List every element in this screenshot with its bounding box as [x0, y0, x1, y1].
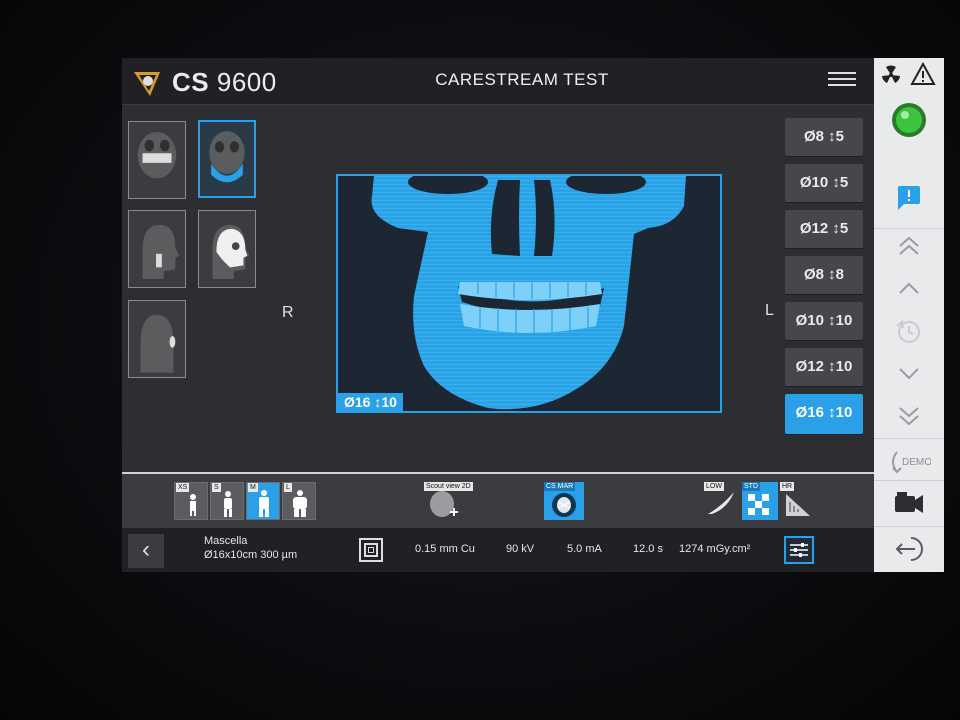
fov-button-12x5[interactable]: Ø12 ↕5	[785, 210, 863, 248]
kv-value: 90 kV	[506, 543, 535, 555]
move-up-fast-icon[interactable]	[874, 234, 944, 258]
radiation-icon	[882, 65, 900, 83]
selected-fov-tag: Ø16 ↕10	[338, 393, 403, 411]
patient-size-m-button-selected[interactable]: M	[246, 482, 280, 520]
cs-mar-button[interactable]: CS MAR	[544, 482, 584, 520]
isocenter-icon[interactable]	[359, 538, 383, 562]
fov-button-16x10-selected[interactable]: Ø16 ↕10	[785, 394, 863, 434]
person-large-icon	[293, 490, 307, 517]
exam-region: Mascella	[204, 535, 248, 547]
demo-arrow-icon: DEMO	[892, 451, 931, 474]
notification-icon[interactable]	[874, 184, 944, 212]
camera-icon[interactable]	[874, 488, 944, 518]
region-skull-side-thumb[interactable]	[198, 210, 256, 288]
sidebar-status-row	[874, 58, 944, 98]
ready-status-light	[874, 100, 944, 140]
acquisition-options-bar: XS S M L Scout view 2D CS MAR LOW STD HR	[122, 472, 874, 530]
dose-value: 1274 mGy.cm²	[679, 543, 751, 555]
person-small-icon	[224, 491, 232, 517]
page-title: CARESTREAM TEST	[435, 70, 609, 89]
orientation-right-label: R	[282, 304, 294, 321]
filter-value: 0.15 mm Cu	[415, 543, 475, 555]
dose-low-button[interactable]: LOW	[704, 482, 740, 520]
hamburger-menu-icon[interactable]	[828, 68, 856, 90]
patient-size-s-button[interactable]: S	[210, 482, 244, 520]
fov-button-8x8[interactable]: Ø8 ↕8	[785, 256, 863, 294]
ma-value: 5.0 mA	[567, 543, 602, 555]
dose-std-button-selected[interactable]: STD	[742, 482, 778, 520]
product-name: CS 9600	[172, 67, 277, 97]
header-bar: CS 9600 CARESTREAM TEST	[122, 58, 874, 105]
exposure-info-bar: ‹ Mascella Ø16x10cm 300 µm 0.15 mm Cu 90…	[122, 528, 874, 572]
sidebar-divider	[874, 480, 944, 481]
scout-view-2d-button[interactable]: Scout view 2D	[424, 482, 473, 520]
fov-button-8x5[interactable]: Ø8 ↕5	[785, 118, 863, 156]
exam-summary: Mascella Ø16x10cm 300 µm	[204, 534, 297, 562]
control-sidebar: DEMO	[874, 58, 944, 572]
sidebar-divider	[874, 228, 944, 229]
child-figure-icon	[190, 494, 196, 516]
dose-hr-button[interactable]: HR	[780, 482, 816, 520]
exam-fov: Ø16x10cm 300 µm	[204, 549, 298, 561]
fov-preview: Ø16 ↕10	[336, 174, 722, 413]
move-up-icon[interactable]	[874, 278, 944, 298]
region-ear-thumb[interactable]	[128, 300, 186, 378]
person-medium-icon	[259, 490, 269, 517]
fov-button-10x10[interactable]: Ø10 ↕10	[785, 302, 863, 340]
svg-text:DEMO: DEMO	[902, 457, 931, 468]
patient-size-xs-button[interactable]: XS	[174, 482, 208, 520]
move-down-icon[interactable]	[874, 364, 944, 384]
region-tmj-thumb[interactable]	[128, 210, 186, 288]
time-value: 12.0 s	[633, 543, 663, 555]
demo-mode-button[interactable]: DEMO	[874, 448, 944, 476]
touch-screen: CS 9600 CARESTREAM TEST R L Ø16 ↕10 Ø8 ↕…	[122, 58, 944, 572]
warning-icon	[910, 62, 936, 85]
region-full-face-thumb[interactable]	[128, 121, 186, 199]
region-jaw-thumb-selected[interactable]	[198, 120, 256, 198]
sidebar-divider	[874, 526, 944, 527]
orientation-left-label: L	[765, 302, 774, 319]
settings-sliders-icon[interactable]	[784, 536, 814, 564]
carestream-logo-icon	[134, 72, 160, 96]
patient-size-l-button[interactable]: L	[282, 482, 316, 520]
sidebar-divider	[874, 438, 944, 439]
skull-preview-image	[371, 176, 686, 410]
back-button[interactable]: ‹	[128, 534, 164, 568]
move-down-fast-icon[interactable]	[874, 404, 944, 428]
fov-button-12x10[interactable]: Ø12 ↕10	[785, 348, 863, 386]
exit-patient-icon[interactable]	[874, 534, 944, 564]
reset-position-icon[interactable]	[874, 316, 944, 346]
fov-button-10x5[interactable]: Ø10 ↕5	[785, 164, 863, 202]
